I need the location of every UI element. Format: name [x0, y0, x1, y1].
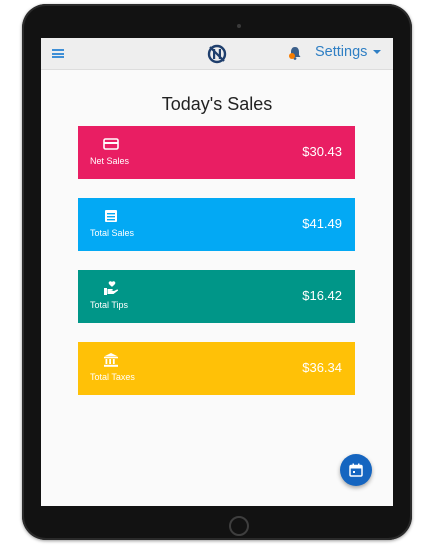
- card-value: $30.43: [302, 144, 342, 159]
- calendar-button[interactable]: [340, 454, 372, 486]
- total-sales-card[interactable]: Total Sales $41.49: [78, 198, 355, 251]
- settings-dropdown[interactable]: Settings: [315, 44, 382, 60]
- app-screen: Settings Today's Sales Net Sales $30.43 …: [41, 38, 393, 506]
- caret-down-icon: [373, 50, 382, 55]
- card-value: $16.42: [302, 288, 342, 303]
- credit-card-icon: [103, 138, 119, 150]
- page-title: Today's Sales: [161, 94, 273, 114]
- bell-icon[interactable]: [287, 45, 303, 61]
- hand-heart-icon: [104, 281, 119, 295]
- logo-icon[interactable]: [206, 43, 228, 65]
- home-button[interactable]: [229, 516, 249, 536]
- card-label: Net Sales: [90, 156, 130, 166]
- camera-dot: [237, 24, 241, 28]
- net-sales-card[interactable]: Net Sales $30.43: [78, 126, 355, 179]
- bank-icon: [104, 353, 118, 367]
- card-label: Total Taxes: [90, 372, 135, 382]
- top-bar: Settings: [41, 38, 393, 70]
- total-taxes-card[interactable]: Total Taxes $36.34: [78, 342, 355, 395]
- card-label: Total Tips: [90, 300, 129, 310]
- calendar-icon: [349, 463, 363, 477]
- menu-icon[interactable]: [52, 49, 64, 58]
- settings-label: Settings: [315, 44, 368, 60]
- total-tips-card[interactable]: Total Tips $16.42: [78, 270, 355, 323]
- card-value: $41.49: [302, 216, 342, 231]
- receipt-icon: [105, 210, 117, 222]
- card-value: $36.34: [302, 360, 342, 375]
- card-label: Total Sales: [90, 228, 135, 238]
